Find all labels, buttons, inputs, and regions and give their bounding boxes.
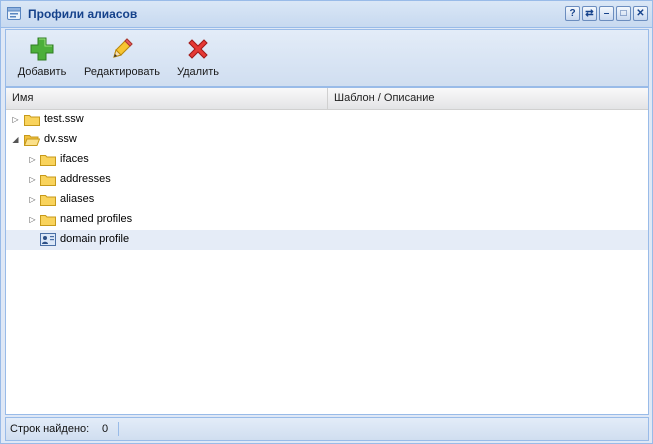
tree-row-named-profiles[interactable]: ▷ named profiles: [6, 210, 648, 230]
window-titlebar[interactable]: Профили алиасов ? ⇄ – □ ✕: [1, 1, 652, 28]
maximize-icon[interactable]: □: [616, 6, 631, 21]
edit-button-label: Редактировать: [84, 66, 160, 78]
refresh-icon[interactable]: ⇄: [582, 6, 597, 21]
profiles-tree-grid: Имя Шаблон / Описание ▷ test.ssw ◢ dv.ss…: [5, 87, 649, 415]
pencil-icon: [113, 38, 133, 58]
close-icon[interactable]: ✕: [633, 6, 648, 21]
tree-row-label: addresses: [60, 173, 111, 185]
minimize-icon[interactable]: –: [599, 6, 614, 21]
window-title: Профили алиасов: [28, 7, 138, 21]
collapse-arrow-icon[interactable]: ◢: [11, 135, 20, 144]
delete-button[interactable]: Удалить: [172, 34, 224, 78]
folder-icon: [40, 215, 56, 226]
add-button-label: Добавить: [17, 66, 67, 78]
folder-open-icon: [24, 135, 40, 146]
tree-row-test-ssw[interactable]: ▷ test.ssw: [6, 110, 648, 130]
alias-profiles-window: Профили алиасов ? ⇄ – □ ✕ Добавить Редак…: [0, 0, 653, 444]
status-bar: Строк найдено: 0: [5, 417, 649, 441]
tree-row-label: ifaces: [60, 153, 89, 165]
plus-icon: [30, 37, 54, 61]
window-app-icon: [7, 7, 21, 20]
tree-row-addresses[interactable]: ▷ addresses: [6, 170, 648, 190]
tree-row-ifaces[interactable]: ▷ ifaces: [6, 150, 648, 170]
folder-icon: [24, 115, 40, 126]
edit-button[interactable]: Редактировать: [82, 34, 162, 78]
grid-header: Имя Шаблон / Описание: [6, 88, 648, 110]
tree-row-label: test.ssw: [44, 113, 84, 125]
folder-icon: [40, 175, 56, 186]
tree-row-domain-profile[interactable]: domain profile: [6, 230, 648, 250]
tree-row-label: dv.ssw: [44, 133, 77, 145]
expand-arrow-icon[interactable]: ▷: [28, 215, 37, 224]
tree-row-dv-ssw[interactable]: ◢ dv.ssw: [6, 130, 648, 150]
rows-found-count: 0: [102, 423, 109, 435]
expand-arrow-icon[interactable]: ▷: [28, 155, 37, 164]
tree-row-label: named profiles: [60, 213, 133, 225]
help-icon[interactable]: ?: [565, 6, 580, 21]
profile-card-icon: [40, 233, 56, 246]
column-header-name[interactable]: Имя: [6, 88, 328, 109]
column-header-template[interactable]: Шаблон / Описание: [328, 88, 648, 109]
window-tools: ? ⇄ – □ ✕: [565, 6, 648, 21]
folder-icon: [40, 195, 56, 206]
expand-arrow-icon[interactable]: ▷: [11, 115, 20, 124]
rows-found-label: Строк найдено:: [10, 423, 90, 435]
tree-row-label: aliases: [60, 193, 95, 205]
status-divider: [118, 422, 119, 436]
tree-row-label: domain profile: [60, 233, 130, 245]
add-button[interactable]: Добавить: [14, 34, 70, 78]
folder-icon: [40, 155, 56, 166]
delete-button-label: Удалить: [177, 66, 219, 78]
toolbar: Добавить Редактировать Удалить: [5, 29, 649, 87]
expand-arrow-icon[interactable]: ▷: [28, 175, 37, 184]
delete-x-icon: [188, 39, 208, 59]
tree-row-aliases[interactable]: ▷ aliases: [6, 190, 648, 210]
expand-arrow-icon[interactable]: ▷: [28, 195, 37, 204]
